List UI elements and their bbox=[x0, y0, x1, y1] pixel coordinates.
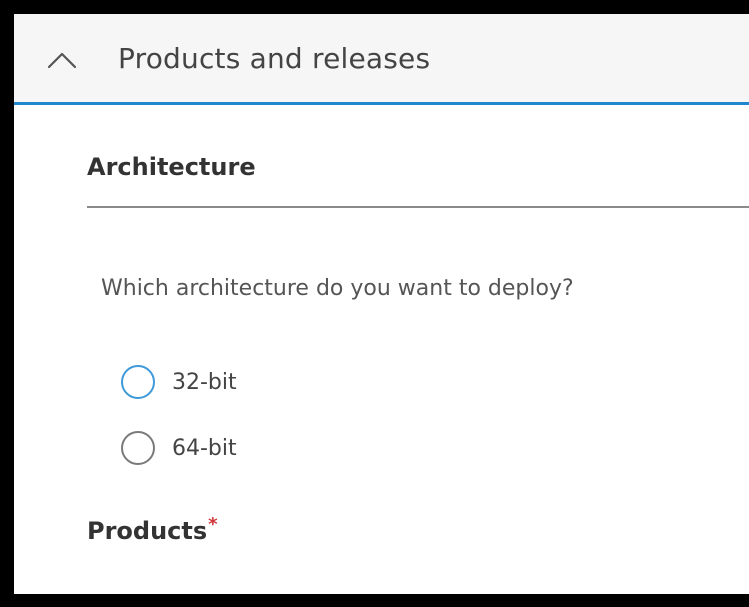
radio-option-64-bit[interactable]: 64-bit bbox=[121, 427, 237, 469]
radio-button-64-bit[interactable] bbox=[121, 431, 155, 465]
architecture-divider bbox=[87, 206, 749, 208]
products-label-text: Products bbox=[87, 517, 208, 545]
section-title: Products and releases bbox=[118, 42, 431, 75]
products-and-releases-section-header[interactable]: Products and releases bbox=[14, 14, 749, 105]
radio-button-32-bit[interactable] bbox=[121, 365, 155, 399]
screenshot-frame: Products and releases Architecture Which… bbox=[0, 0, 749, 607]
products-and-releases-panel: Products and releases Architecture Which… bbox=[14, 14, 749, 594]
radio-label-64-bit[interactable]: 64-bit bbox=[172, 436, 237, 461]
products-label: Products* bbox=[87, 514, 218, 545]
chevron-up-icon[interactable] bbox=[47, 50, 77, 70]
architecture-question: Which architecture do you want to deploy… bbox=[101, 276, 574, 301]
architecture-heading: Architecture bbox=[87, 153, 256, 181]
radio-label-32-bit[interactable]: 32-bit bbox=[172, 370, 237, 395]
radio-option-32-bit[interactable]: 32-bit bbox=[121, 361, 237, 403]
required-asterisk: * bbox=[208, 514, 218, 535]
